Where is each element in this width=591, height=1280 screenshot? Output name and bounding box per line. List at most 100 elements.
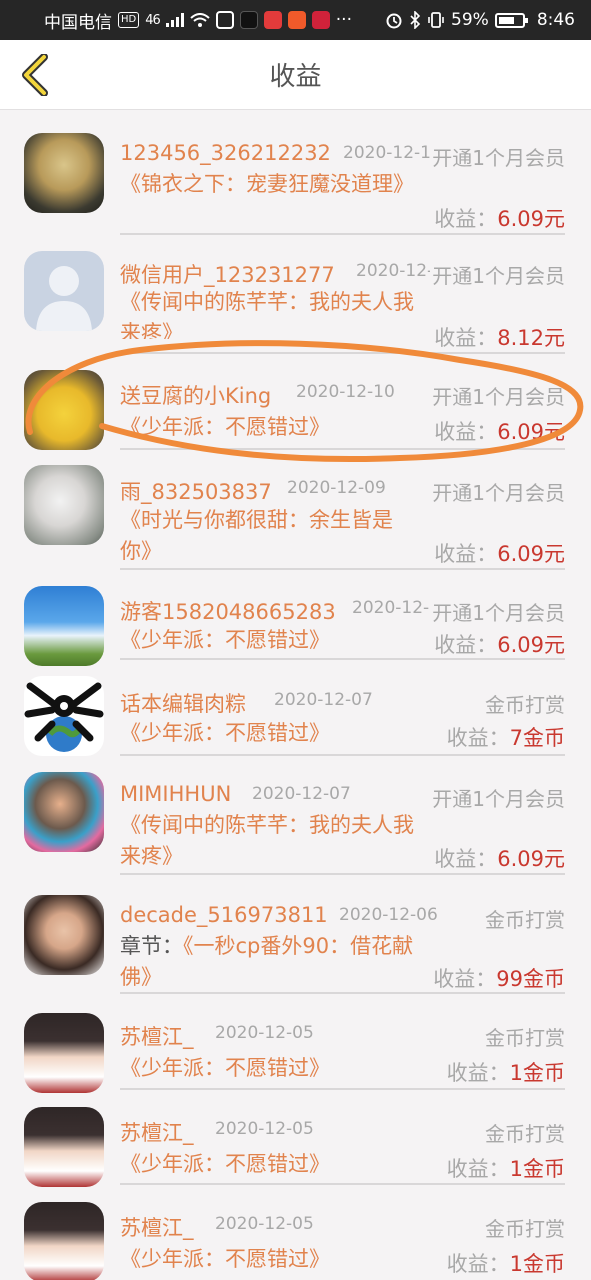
status-left: 中国电信 HD 46 ··· xyxy=(44,8,352,33)
clock: 8:46 xyxy=(536,10,575,30)
book-title[interactable]: 《传闻中的陈芊芊：我的夫人我来疼》 xyxy=(120,810,420,872)
book-title[interactable]: 《少年派：不愿错过》 xyxy=(120,1149,420,1180)
record-date: 2020-12-07 xyxy=(274,690,373,710)
income-label: 收益： xyxy=(434,633,498,657)
username: 话本编辑肉粽 xyxy=(120,692,246,716)
income-value: 6.09元 xyxy=(497,420,565,444)
tiktok-app-icon xyxy=(239,11,258,29)
book-title[interactable]: 《少年派：不愿错过》 xyxy=(120,412,420,443)
huawei-app-icon xyxy=(311,11,330,29)
income-label: 收益： xyxy=(434,420,498,444)
avatar xyxy=(24,133,104,213)
income-amount: 收益：1金币 xyxy=(447,1057,565,1087)
record-type: 金币打赏 xyxy=(483,1213,565,1242)
username: 123456_326212232 xyxy=(120,141,331,165)
income-amount: 收益：6.09元 xyxy=(434,843,565,873)
book-title[interactable]: 《少年派：不愿错过》 xyxy=(120,1244,420,1275)
username: 苏檀江_ xyxy=(120,1121,194,1145)
record-date: 2020-12-09 xyxy=(287,478,386,498)
record-type: 开通1个月会员 xyxy=(430,381,565,410)
income-label: 收益： xyxy=(434,207,498,231)
hd-badge: HD xyxy=(118,12,140,28)
record-type: 金币打赏 xyxy=(483,1022,565,1051)
record-type: 开通1个月会员 xyxy=(430,477,565,506)
income-amount: 收益：1金币 xyxy=(447,1153,565,1183)
back-arrow-icon xyxy=(22,54,48,96)
book-title[interactable]: 《时光与你都很甜：余生皆是你》 xyxy=(120,505,420,567)
income-value: 6.09元 xyxy=(497,542,565,566)
book-title[interactable]: 《传闻中的陈芊芊：我的夫人我来疼》 xyxy=(120,287,420,339)
income-amount: 收益：6.09元 xyxy=(434,538,565,568)
list-item[interactable]: 苏檀江_ 2020-12-05 金币打赏 《少年派：不愿错过》 收益：1金币 xyxy=(0,1089,591,1187)
battery-icon xyxy=(494,12,528,28)
book-title[interactable]: 《少年派：不愿错过》 xyxy=(120,1053,420,1084)
username: 苏檀江_ xyxy=(120,1025,194,1049)
record-type: 开通1个月会员 xyxy=(430,783,565,812)
income-list[interactable]: 123456_326212232 2020-12-1 开通1个月会员 《锦衣之下… xyxy=(0,111,591,1280)
wifi-icon xyxy=(190,12,210,27)
income-value: 1金币 xyxy=(509,1157,565,1181)
record-type: 金币打赏 xyxy=(483,689,565,718)
record-date: 2020-12-05 xyxy=(215,1119,314,1139)
alarm-icon xyxy=(386,13,402,29)
page-title: 收益 xyxy=(269,62,322,92)
income-amount: 收益：6.09元 xyxy=(434,203,565,233)
record-date: 2020-12-05 xyxy=(215,1214,314,1234)
list-item[interactable]: 雨_832503837 2020-12-09 开通1个月会员 《时光与你都很甜：… xyxy=(0,449,591,570)
record-date: 2020-12-1 xyxy=(343,143,431,163)
avatar xyxy=(24,465,104,545)
list-item[interactable]: 苏檀江_ 2020-12-05 金币打赏 《少年派：不愿错过》 收益：1金币 xyxy=(0,1184,591,1280)
income-label: 收益： xyxy=(446,726,510,750)
book-app-icon xyxy=(263,11,282,29)
username: MIMIHHUN xyxy=(120,782,232,806)
income-value: 8.12元 xyxy=(497,326,565,350)
income-label: 收益： xyxy=(446,1061,510,1085)
avatar xyxy=(24,1013,104,1093)
globe-avatar-icon xyxy=(24,682,104,752)
username: 送豆腐的小King xyxy=(120,384,272,408)
income-amount: 收益：1金币 xyxy=(447,1248,565,1278)
income-label: 收益： xyxy=(434,326,498,350)
avatar xyxy=(24,676,104,756)
income-amount: 收益：7金币 xyxy=(447,722,565,752)
list-item[interactable]: 微信用户_123231277 2020-12- 开通1个月会员 《传闻中的陈芊芊… xyxy=(0,235,591,354)
record-type: 金币打赏 xyxy=(483,1118,565,1147)
battery-percent: 59% xyxy=(451,10,489,30)
carrier-label: 中国电信 xyxy=(44,12,112,33)
record-date: 2020-12-05 xyxy=(215,1023,314,1043)
list-item[interactable]: 苏檀江_ 2020-12-05 金币打赏 《少年派：不愿错过》 收益：1金币 xyxy=(0,993,591,1093)
book-title[interactable]: 《锦衣之下：宠妻狂魔没道理》 xyxy=(120,169,420,200)
avatar xyxy=(24,586,104,666)
status-right: 59% 8:46 xyxy=(385,10,575,30)
record-date: 2020-12-10 xyxy=(296,382,395,402)
book-title[interactable]: 《少年派：不愿错过》 xyxy=(120,718,420,749)
income-label: 收益： xyxy=(446,1157,510,1181)
avatar xyxy=(24,1202,104,1280)
avatar xyxy=(24,251,104,331)
list-item[interactable]: decade_516973811 2020-12-06 金币打赏 章节：《一秒c… xyxy=(0,875,591,994)
income-label: 收益： xyxy=(434,542,498,566)
list-item[interactable]: 123456_326212232 2020-12-1 开通1个月会员 《锦衣之下… xyxy=(0,111,591,235)
back-button[interactable] xyxy=(12,52,58,98)
record-date: 2020-12-06 xyxy=(339,905,438,925)
record-type: 开通1个月会员 xyxy=(430,597,565,626)
avatar xyxy=(24,895,104,975)
book-title[interactable]: 《少年派：不愿错过》 xyxy=(120,625,420,656)
income-value: 7金币 xyxy=(509,726,565,750)
status-bar: 中国电信 HD 46 ··· 59% 8:46 xyxy=(0,0,591,40)
username: 游客1582048665283 xyxy=(120,600,336,624)
chapter-prefix: 章节： xyxy=(120,934,183,958)
list-item[interactable]: MIMIHHUN 2020-12-07 开通1个月会员 《传闻中的陈芊芊：我的夫… xyxy=(0,756,591,875)
username: 微信用户_123231277 xyxy=(120,263,335,287)
list-item[interactable]: 话本编辑肉粽 2020-12-07 金币打赏 《少年派：不愿错过》 收益：7金币 xyxy=(0,660,591,756)
income-label: 收益： xyxy=(446,1252,510,1276)
record-type: 金币打赏 xyxy=(483,904,565,933)
income-value: 6.09元 xyxy=(497,633,565,657)
list-item[interactable]: 游客1582048665283 2020-12-08 开通1个月会员 《少年派：… xyxy=(0,570,591,666)
list-item[interactable]: 送豆腐的小King 2020-12-10 开通1个月会员 《少年派：不愿错过》 … xyxy=(0,354,591,450)
chat-app-icon xyxy=(287,11,306,29)
tv-app-icon xyxy=(215,11,234,29)
username: 苏檀江_ xyxy=(120,1216,194,1240)
book-title[interactable]: 章节：《一秒cp番外90：借花献佛》 xyxy=(120,931,420,993)
network-label: 46 xyxy=(145,12,161,28)
